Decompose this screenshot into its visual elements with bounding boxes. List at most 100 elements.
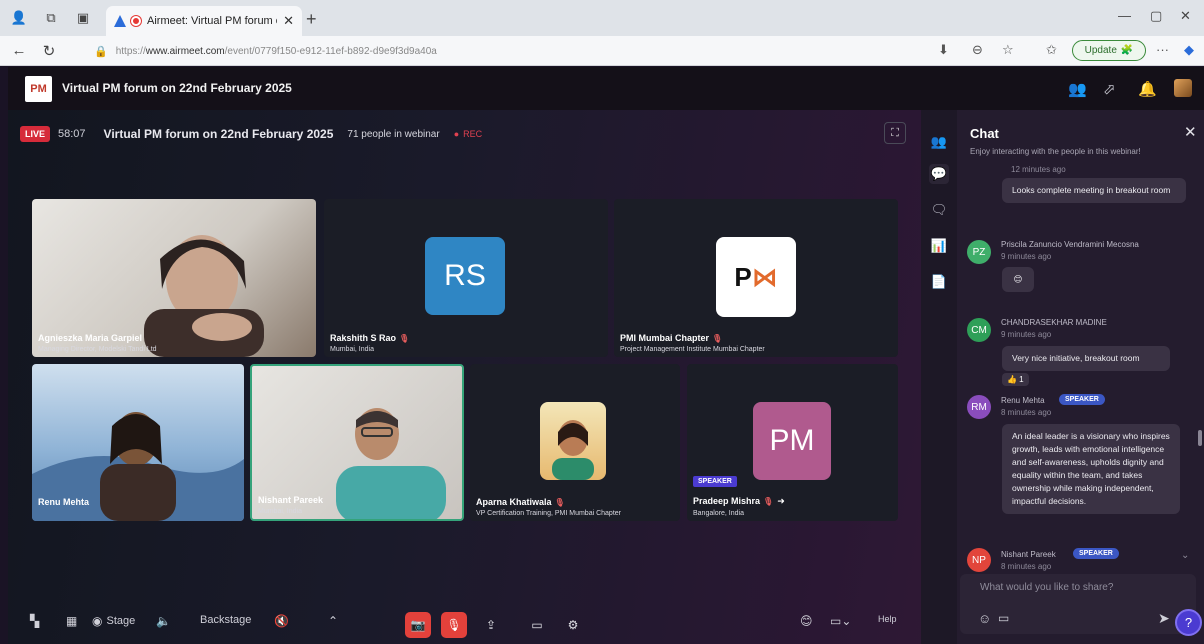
captions-button[interactable]: ▭ xyxy=(524,612,550,638)
stage-button[interactable]: ◉ Stage xyxy=(92,614,135,628)
device-settings-icon[interactable]: ▭⌄ xyxy=(830,614,851,628)
send-icon[interactable]: ➤ xyxy=(1158,610,1170,627)
update-label: Update xyxy=(1084,45,1117,56)
message-time: 9 minutes ago xyxy=(1001,330,1052,339)
close-chat-icon[interactable]: ✕ xyxy=(1184,123,1197,141)
share-icon[interactable]: ⬀ xyxy=(1103,80,1116,98)
mute-audio-icon[interactable]: 🔇 xyxy=(274,614,289,628)
event-title: Virtual PM forum on 22nd February 2025 xyxy=(62,81,292,95)
participant-photo xyxy=(540,402,606,480)
rec-indicator: REC xyxy=(454,129,482,139)
message-author: CHANDRASEKHAR MADINE xyxy=(1001,318,1107,327)
notifications-icon[interactable]: 🔔 xyxy=(1138,80,1157,98)
resources-icon[interactable]: 📄 xyxy=(929,272,949,292)
window-close-icon[interactable]: ✕ xyxy=(1180,8,1191,24)
chat-input-placeholder: What would you like to share? xyxy=(980,582,1114,593)
reload-icon[interactable]: ↻ xyxy=(38,42,60,60)
user-avatar[interactable] xyxy=(1174,79,1192,97)
lock-icon: 🔒 xyxy=(94,45,108,58)
people-icon[interactable]: 👥 xyxy=(929,132,949,152)
recording-indicator-icon xyxy=(131,16,141,26)
pmi-chapter-logo: P ⋈ xyxy=(716,237,796,317)
polls-icon[interactable]: 📊 xyxy=(929,236,949,256)
maximize-icon[interactable]: ▢ xyxy=(1150,8,1162,24)
message-bubble: Looks complete meeting in breakout room xyxy=(1002,178,1186,203)
arrow-right-icon: ➜ xyxy=(777,496,785,506)
video-tile[interactable]: Renu Mehta xyxy=(32,364,244,521)
airmeet-app: PM Virtual PM forum on 22nd February 202… xyxy=(8,67,1204,644)
video-tile[interactable]: RS Rakshith S Rao 🎙 Mumbai, India xyxy=(324,199,608,357)
extension-icon: 🧩 xyxy=(1120,45,1134,56)
participant-name: Pradeep Mishra 🎙 ➜ xyxy=(693,496,785,506)
chat-scrollbar[interactable] xyxy=(1198,430,1202,446)
video-tile[interactable]: PM SPEAKER Pradeep Mishra 🎙 ➜ Bangalore, I… xyxy=(687,364,898,521)
video-tile[interactable]: Agnieszka Maria Garpiel Managing Directo… xyxy=(32,199,316,357)
message-time: 9 minutes ago xyxy=(1001,252,1052,261)
reactions-icon[interactable]: 😊 xyxy=(800,614,813,628)
message-bubble: Very nice initiative, breakout room xyxy=(1002,346,1170,371)
copilot-icon[interactable]: ◆ xyxy=(1184,42,1194,58)
workspaces-icon[interactable]: ⧉ xyxy=(38,5,64,31)
screen-share-button[interactable]: ⇪ xyxy=(478,612,504,638)
camera-off-button[interactable]: 📷 xyxy=(405,612,431,638)
message-author: Nishant Pareek xyxy=(1001,550,1056,559)
chevron-up-icon[interactable]: ⌃ xyxy=(328,614,338,628)
layout-icon[interactable]: ▚ xyxy=(30,614,39,628)
chat-title: Chat xyxy=(970,126,999,141)
more-icon[interactable]: ··· xyxy=(1156,42,1169,57)
settings-button[interactable]: ⚙ xyxy=(560,612,586,638)
chevron-down-icon[interactable]: ⌄ xyxy=(1181,550,1189,561)
backstage-button[interactable]: Backstage xyxy=(200,614,251,626)
pmi-logo: PM xyxy=(25,76,52,102)
mic-off-icon: 🎙 xyxy=(712,334,723,343)
zoom-icon[interactable]: ⊖ xyxy=(972,42,983,58)
tab-actions-icon[interactable]: ▣ xyxy=(70,5,96,31)
video-tile-active-speaker[interactable]: Nishant Pareek Mumbai, India xyxy=(250,364,464,521)
gif-icon[interactable]: ▭ xyxy=(998,611,1009,625)
participant-name: PMI Mumbai Chapter 🎙 xyxy=(620,333,723,343)
chat-subtitle: Enjoy interacting with the people in thi… xyxy=(970,147,1141,156)
help-button[interactable]: Help xyxy=(878,614,897,624)
questions-icon[interactable]: 🗨 xyxy=(929,200,949,220)
message-time: 8 minutes ago xyxy=(1001,562,1052,571)
message-author: Priscila Zanuncio Vendramini Mecosna xyxy=(1001,240,1139,249)
session-timer: 58:07 xyxy=(58,128,86,140)
speaker-audio-icon[interactable]: 🔈 xyxy=(156,614,171,628)
emoji-icon[interactable]: ☺ xyxy=(978,611,991,626)
participant-name: Nishant Pareek xyxy=(258,495,324,505)
mic-off-button[interactable]: 🎙 xyxy=(441,612,467,638)
favorite-icon[interactable]: ☆ xyxy=(1002,42,1014,58)
chat-icon[interactable]: 💬 xyxy=(929,164,949,184)
video-tile[interactable]: P ⋈ PMI Mumbai Chapter 🎙 Project Managemen… xyxy=(614,199,898,357)
participant-initials: PM xyxy=(753,402,831,480)
message-author: Renu Mehta xyxy=(1001,396,1045,405)
message-time: 8 minutes ago xyxy=(1001,408,1052,417)
people-count: 71 people in webinar xyxy=(347,128,440,140)
grid-icon[interactable]: ▦ xyxy=(66,614,77,628)
fullscreen-button[interactable]: ⛶ xyxy=(884,122,906,144)
profile-icon[interactable]: 👤 xyxy=(6,5,32,31)
participant-subtitle: Mumbai, India xyxy=(330,346,374,353)
live-badge: LIVE xyxy=(20,126,51,142)
session-title: Virtual PM forum on 22nd February 2025 xyxy=(103,127,334,141)
mic-off-icon: 🎙 xyxy=(554,498,565,507)
help-fab-icon[interactable]: ? xyxy=(1175,609,1202,636)
minimize-icon[interactable]: — xyxy=(1118,8,1131,23)
browser-tab[interactable]: Airmeet: Virtual PM forum o ✕ xyxy=(106,6,302,36)
avatar: NP xyxy=(967,548,991,572)
side-rail: 👥 💬 🗨 📊 📄 xyxy=(921,110,957,644)
video-tile[interactable]: Aparna Khatiwala 🎙 VP Certification Train… xyxy=(470,364,680,521)
people-icon[interactable]: 👥 xyxy=(1068,80,1087,98)
message-time: 12 minutes ago xyxy=(1011,165,1066,174)
airmeet-favicon-icon xyxy=(114,15,126,27)
url-field[interactable]: 🔒 https://www.airmeet.com/event/0779f150… xyxy=(94,41,954,61)
update-button[interactable]: Update 🧩 xyxy=(1072,40,1146,61)
download-icon[interactable]: ⬇ xyxy=(938,42,949,58)
avatar: RM xyxy=(967,395,991,419)
favorites-bar-icon[interactable]: ✩ xyxy=(1046,42,1057,58)
tab-title: Airmeet: Virtual PM forum o xyxy=(147,15,278,27)
back-icon[interactable]: ← xyxy=(8,42,30,59)
reaction-badge[interactable]: 👍 1 xyxy=(1002,373,1029,386)
new-tab-icon[interactable]: + xyxy=(306,9,317,30)
tab-close-icon[interactable]: ✕ xyxy=(283,13,294,29)
